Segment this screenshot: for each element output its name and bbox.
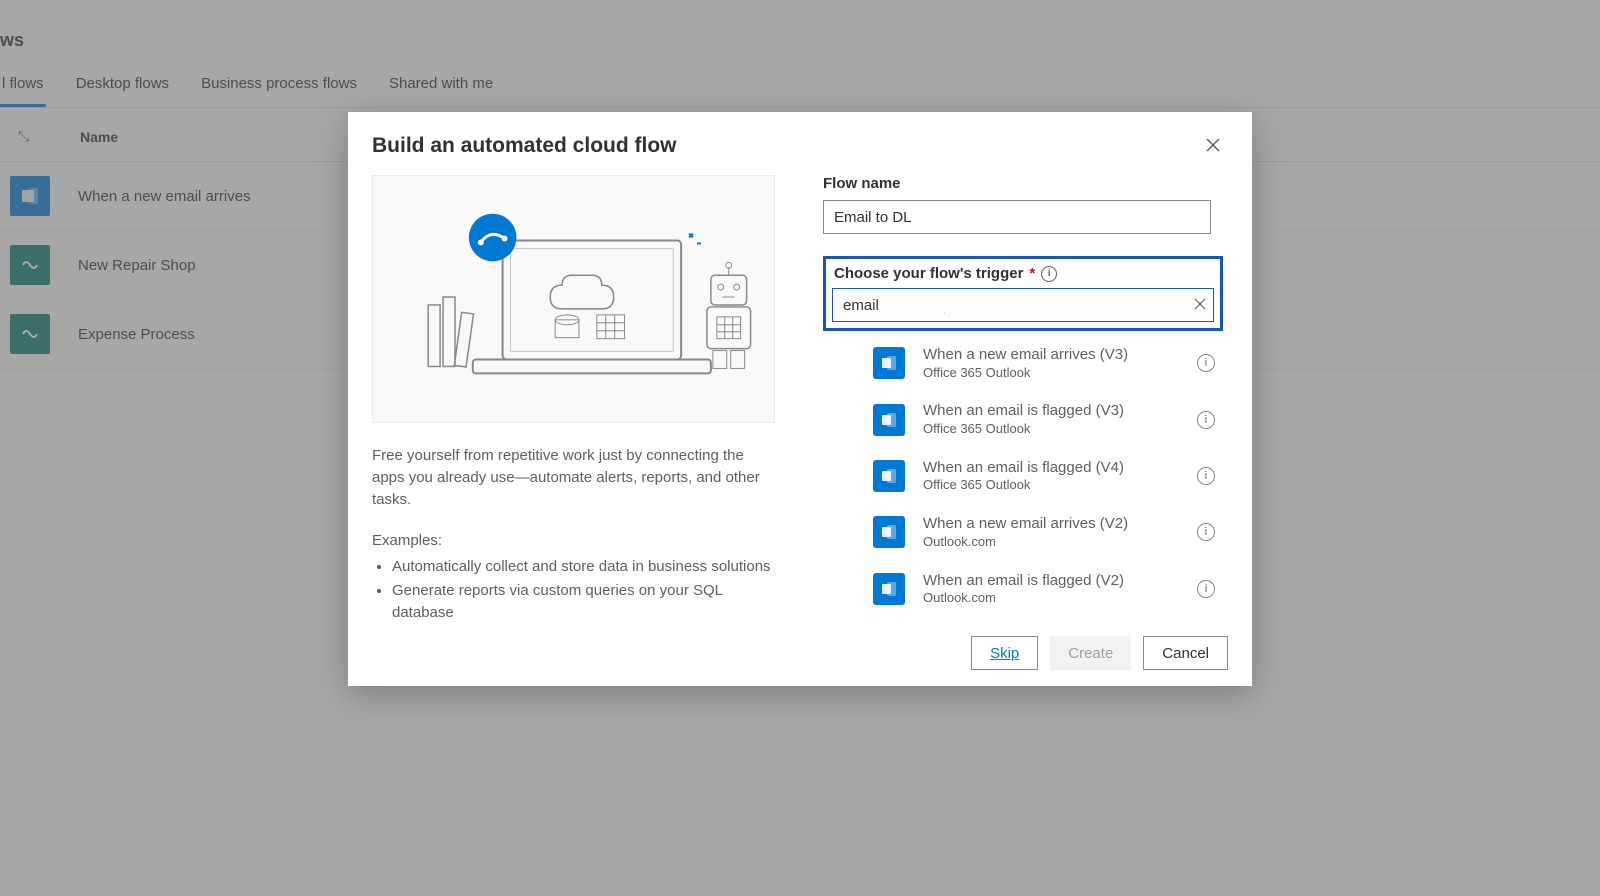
trigger-title: When an email is flagged (V2) [923, 571, 1179, 591]
illustration [372, 175, 775, 423]
flow-name-label: Flow name [823, 175, 1234, 192]
example-item: Automatically collect and store data in … [392, 556, 775, 578]
close-icon[interactable] [1198, 134, 1228, 161]
modal-dialog: Build an automated cloud flow [348, 112, 1252, 686]
trigger-highlighted-section: Choose your flow's trigger * i [823, 256, 1223, 331]
trigger-subtitle: Office 365 Outlook [923, 477, 1179, 494]
modal-footer: Skip Create Cancel [348, 620, 1252, 686]
intro-text: Free yourself from repetitive work just … [372, 447, 760, 508]
cancel-button[interactable]: Cancel [1143, 636, 1228, 670]
info-icon[interactable]: i [1197, 523, 1215, 541]
skip-button[interactable]: Skip [971, 636, 1038, 670]
outlook-icon [873, 404, 905, 436]
info-icon[interactable]: i [1197, 354, 1215, 372]
trigger-option[interactable]: When a new email arrives (V2) Outlook.co… [823, 504, 1219, 560]
trigger-subtitle: Office 365 Outlook [923, 365, 1179, 382]
create-button[interactable]: Create [1050, 636, 1131, 670]
modal-title: Build an automated cloud flow [372, 134, 677, 158]
trigger-title: When a new email arrives (V2) [923, 514, 1179, 534]
flow-name-input[interactable] [823, 200, 1211, 234]
info-icon[interactable]: i [1197, 467, 1215, 485]
info-icon[interactable]: i [1197, 580, 1215, 598]
outlook-icon [873, 460, 905, 492]
outlook-icon [873, 573, 905, 605]
examples-list: Automatically collect and store data in … [372, 556, 775, 620]
trigger-title: When an email is flagged (V3) [923, 401, 1179, 421]
trigger-search-wrap [832, 288, 1214, 322]
modal-overlay: Build an automated cloud flow [0, 0, 1600, 896]
trigger-option[interactable]: When a new email mentioning me a… Outloo… [823, 617, 1219, 620]
modal-body: Free yourself from repetitive work just … [348, 161, 1252, 620]
modal-left-panel: Free yourself from repetitive work just … [372, 175, 775, 620]
info-icon[interactable]: i [1041, 266, 1057, 282]
info-icon[interactable]: i [1197, 411, 1215, 429]
modal-header: Build an automated cloud flow [348, 112, 1252, 161]
required-asterisk: * [1029, 265, 1035, 282]
trigger-list: When a new email arrives (V3) Office 365… [823, 335, 1219, 620]
trigger-title: When an email is flagged (V4) [923, 458, 1179, 478]
trigger-subtitle: Outlook.com [923, 590, 1179, 607]
outlook-icon [873, 516, 905, 548]
trigger-option[interactable]: When an email is flagged (V4) Office 365… [823, 448, 1219, 504]
trigger-search-input[interactable] [832, 288, 1214, 322]
modal-right-panel: Flow name Choose your flow's trigger * i [775, 175, 1252, 620]
trigger-subtitle: Office 365 Outlook [923, 421, 1179, 438]
modal-description: Free yourself from repetitive work just … [372, 445, 775, 620]
examples-label: Examples: [372, 530, 775, 552]
trigger-title: When a new email arrives (V3) [923, 345, 1179, 365]
trigger-option[interactable]: When an email is flagged (V2) Outlook.co… [823, 561, 1219, 617]
text-cursor-icon [944, 303, 945, 323]
outlook-icon [873, 347, 905, 379]
trigger-subtitle: Outlook.com [923, 534, 1179, 551]
trigger-label: Choose your flow's trigger * i [832, 265, 1214, 282]
clear-icon[interactable] [1194, 297, 1206, 313]
example-item: Generate reports via custom queries on y… [392, 580, 775, 620]
trigger-option[interactable]: When an email is flagged (V3) Office 365… [823, 391, 1219, 447]
trigger-option[interactable]: When a new email arrives (V3) Office 365… [823, 335, 1219, 391]
